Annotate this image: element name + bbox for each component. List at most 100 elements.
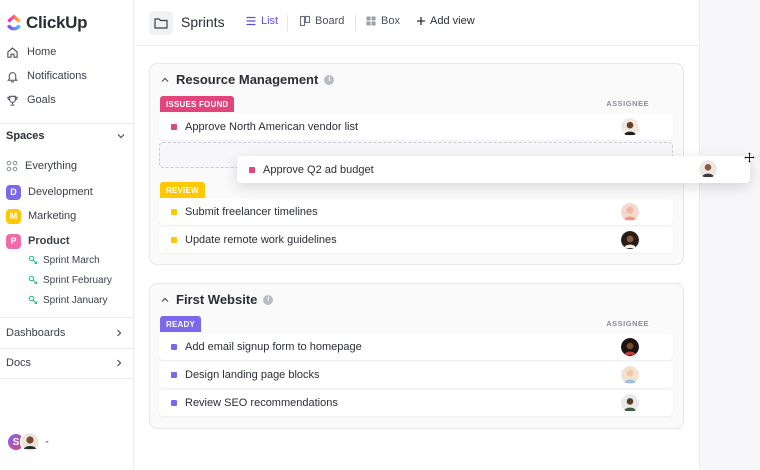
add-view-button[interactable]: Add view bbox=[416, 15, 475, 27]
assignee-avatar[interactable] bbox=[621, 338, 639, 356]
sidebar-item-dashboards[interactable]: Dashboards bbox=[6, 327, 124, 339]
nav-notifications-label: Notifications bbox=[27, 70, 87, 82]
task-row[interactable]: Approve North American vendor list bbox=[159, 114, 673, 140]
info-icon[interactable]: i bbox=[324, 74, 335, 85]
task-name: Submit freelancer timelines bbox=[185, 206, 318, 218]
status-pill-ready[interactable]: READY bbox=[160, 316, 202, 332]
status-square bbox=[171, 344, 177, 350]
space-badge-marketing: M bbox=[6, 208, 21, 224]
status-square bbox=[171, 209, 177, 215]
tab-list[interactable]: List bbox=[245, 15, 278, 27]
nav-notifications[interactable]: Notifications bbox=[6, 66, 87, 86]
chevron-up-icon[interactable] bbox=[160, 75, 170, 85]
task-name: Approve Q2 ad budget bbox=[263, 163, 374, 176]
status-pill-review[interactable]: REVIEW bbox=[160, 182, 205, 198]
status-square bbox=[171, 237, 177, 243]
group-header[interactable]: Resource Management i bbox=[160, 72, 335, 87]
task-row[interactable]: Add email signup form to homepage bbox=[159, 334, 673, 360]
tab-box[interactable]: Box bbox=[365, 15, 400, 27]
tab-box-label: Box bbox=[381, 15, 400, 27]
grid-icon bbox=[6, 160, 18, 172]
plus-icon bbox=[417, 17, 425, 25]
assignee-avatar[interactable] bbox=[621, 203, 639, 221]
sidebar-item-sprint-january[interactable]: Sprint January bbox=[28, 292, 107, 308]
docs-label: Docs bbox=[6, 357, 32, 369]
nav-home[interactable]: Home bbox=[6, 42, 56, 62]
assignee-avatar[interactable] bbox=[621, 366, 639, 384]
space-label-product: Product bbox=[28, 235, 70, 247]
assignee-avatar[interactable] bbox=[621, 231, 639, 249]
space-label-marketing: Marketing bbox=[28, 210, 77, 222]
folder-button[interactable] bbox=[149, 11, 173, 35]
status-square bbox=[171, 400, 177, 406]
assignee-header: ASSIGNEE bbox=[606, 319, 649, 328]
nav-goals-label: Goals bbox=[27, 94, 56, 106]
sidebar-item-everything[interactable]: Everything bbox=[6, 157, 77, 175]
sidebar-item-docs[interactable]: Docs bbox=[6, 357, 124, 369]
user-avatar bbox=[20, 432, 40, 452]
sidebar-divider bbox=[0, 123, 134, 124]
status-square bbox=[249, 166, 255, 173]
task-row[interactable]: Design landing page blocks bbox=[159, 362, 673, 388]
task-name: Update remote work guidelines bbox=[185, 234, 337, 246]
sprint-label: Sprint March bbox=[43, 254, 100, 266]
clickup-logo[interactable]: ClickUp bbox=[6, 12, 88, 34]
board-icon bbox=[299, 15, 311, 27]
sidebar-divider bbox=[0, 317, 134, 318]
task-name: Review SEO recommendations bbox=[185, 397, 338, 409]
assignee-avatar[interactable] bbox=[699, 160, 717, 178]
chevron-right-icon bbox=[117, 329, 122, 337]
nav-home-label: Home bbox=[27, 46, 57, 58]
space-badge-development: D bbox=[6, 184, 21, 200]
dashboards-label: Dashboards bbox=[6, 327, 66, 339]
dragged-task-card[interactable]: Approve Q2 ad budget bbox=[237, 156, 750, 183]
chevron-up-icon[interactable] bbox=[160, 295, 170, 305]
group-header[interactable]: First Website i bbox=[160, 292, 274, 307]
sidebar-divider bbox=[0, 378, 134, 379]
task-row[interactable]: Submit freelancer timelines bbox=[159, 199, 673, 225]
tab-list-label: List bbox=[261, 15, 279, 27]
trophy-icon bbox=[7, 95, 18, 106]
move-cursor-icon bbox=[743, 151, 756, 164]
tab-board[interactable]: Board bbox=[299, 15, 344, 27]
info-icon[interactable]: i bbox=[263, 294, 274, 305]
home-icon bbox=[7, 46, 18, 58]
task-row[interactable]: Review SEO recommendations bbox=[159, 390, 673, 416]
app-name: ClickUp bbox=[26, 13, 88, 32]
sidebar-item-sprint-february[interactable]: Sprint February bbox=[28, 272, 112, 288]
status-square bbox=[171, 124, 177, 130]
box-icon bbox=[366, 16, 376, 26]
sidebar-item-development[interactable]: D Development bbox=[6, 183, 93, 201]
add-view-label: Add view bbox=[430, 15, 475, 27]
assignee-avatar[interactable] bbox=[621, 118, 639, 136]
sidebar: ClickUp Home Notifications Goals Spaces bbox=[0, 0, 134, 470]
sprint-icon bbox=[28, 255, 38, 265]
sidebar-item-sprint-march[interactable]: Sprint March bbox=[28, 252, 100, 268]
spaces-header[interactable]: Spaces bbox=[6, 130, 126, 142]
user-menu[interactable]: S bbox=[6, 432, 51, 452]
task-name: Approve North American vendor list bbox=[185, 121, 359, 133]
folder-icon bbox=[154, 18, 168, 29]
group-title: First Website bbox=[176, 292, 258, 307]
app-window: ClickUp Home Notifications Goals Spaces bbox=[0, 0, 700, 470]
group-first-website: First Website i READY ASSIGNEE Add email… bbox=[149, 283, 684, 429]
sprint-label: Sprint January bbox=[43, 294, 108, 306]
task-row[interactable]: Update remote work guidelines bbox=[159, 227, 673, 253]
tab-separator bbox=[287, 15, 288, 31]
tab-separator bbox=[355, 15, 356, 31]
nav-goals[interactable]: Goals bbox=[6, 90, 56, 110]
assignee-avatar[interactable] bbox=[621, 394, 639, 412]
chevron-right-icon bbox=[117, 359, 122, 367]
sidebar-divider bbox=[0, 348, 134, 349]
bell-icon bbox=[7, 71, 18, 83]
sprint-icon bbox=[28, 295, 38, 305]
space-badge-product: P bbox=[6, 233, 21, 249]
sidebar-item-product[interactable]: P Product bbox=[6, 232, 70, 250]
status-pill-issues-found[interactable]: ISSUES FOUND bbox=[160, 96, 235, 112]
chevron-down-icon[interactable] bbox=[116, 131, 126, 141]
sprint-label: Sprint February bbox=[43, 274, 112, 286]
caret-down-icon bbox=[45, 441, 49, 443]
clickup-logo-icon bbox=[6, 14, 22, 32]
status-square bbox=[171, 372, 177, 378]
sidebar-item-marketing[interactable]: M Marketing bbox=[6, 207, 76, 225]
